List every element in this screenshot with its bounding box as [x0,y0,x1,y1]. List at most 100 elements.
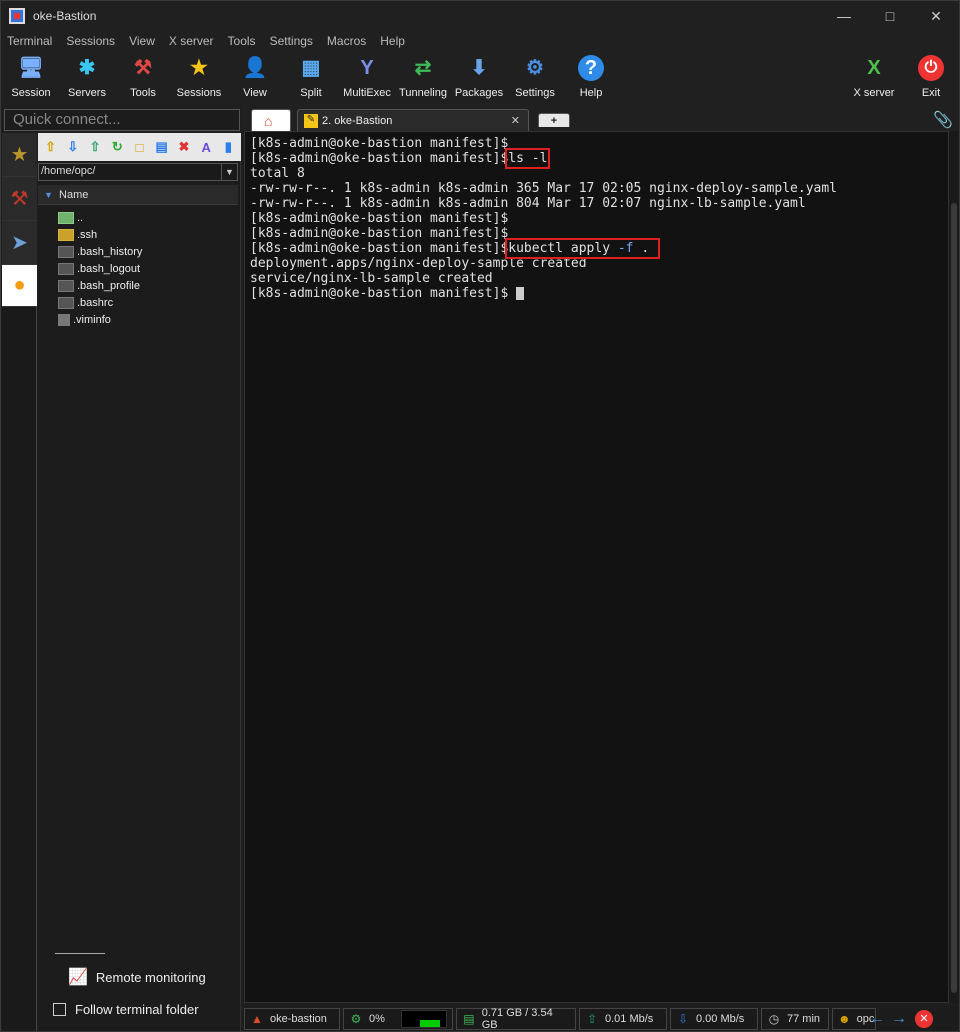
send-tab-icon[interactable]: ➤ [2,221,37,265]
view-button[interactable]: 👤 View [227,51,283,105]
follow-terminal-folder-checkbox[interactable]: Follow terminal folder [53,999,238,1019]
menu-settings[interactable]: Settings [270,34,313,48]
minimize-button[interactable]: — [821,1,867,31]
list-item[interactable]: .. [58,209,238,226]
terminal-line: -rw-rw-r--. 1 k8s-admin k8s-admin 804 Ma… [250,196,806,211]
app-window: oke-Bastion — □ ✕ Terminal Sessions View… [0,0,960,1032]
close-button[interactable]: ✕ [913,1,959,31]
highlight-ls: ls -l [505,148,551,169]
power-icon: ⏻ [918,55,944,81]
settings-button[interactable]: ⚙ Settings [507,51,563,105]
tools-icon: ⚒ [134,57,152,79]
home-tab[interactable]: ⌂ [251,109,291,131]
list-item[interactable]: .bash_logout [58,260,238,277]
close-session-icon[interactable]: ✕ [915,1010,933,1028]
document-icon [58,313,70,326]
status-download: ⇩ 0.00 Mb/s [670,1008,758,1030]
file-icon [58,262,74,275]
list-item[interactable]: .ssh [58,226,238,243]
packages-button[interactable]: ⬇ Packages [451,51,507,105]
tools-tab-icon[interactable]: ⚒ [2,177,37,221]
rename-icon[interactable]: A [197,137,216,157]
list-item[interactable]: .viminfo [58,311,238,328]
sftp-tab-icon[interactable]: ● [2,265,37,307]
status-host: ▲ oke-bastion [244,1008,340,1030]
package-icon: ⬇ [470,57,488,79]
terminal-line: [k8s-admin@oke-bastion manifest]$kubectl… [250,238,943,259]
tab-oke-bastion[interactable]: ✎ 2. oke-Bastion ✕ [297,109,529,131]
new-tab-button[interactable]: + [538,113,570,127]
menu-view[interactable]: View [129,34,155,48]
fork-icon: Y [360,57,374,79]
menu-terminal[interactable]: Terminal [7,34,52,48]
properties-icon[interactable]: ▮ [219,137,238,157]
list-item[interactable]: .bash_history [58,243,238,260]
status-bar: ▲ oke-bastion ⚙ 0% ▤ 0.71 GB / 3.54 GB ⇧ 0.0… [244,1006,959,1031]
arrow-right-icon[interactable]: → [891,1010,907,1028]
delete-icon[interactable]: ✖ [174,137,193,157]
terminal-line: total 8 [250,166,305,181]
arrow-left-icon[interactable]: ← [869,1010,885,1028]
terminal-line: [k8s-admin@oke-bastion manifest]$ [250,211,509,226]
status-memory: ▤ 0.71 GB / 3.54 GB [456,1007,576,1031]
file-icon [58,296,74,309]
menu-tools[interactable]: Tools [228,34,256,48]
session-button[interactable]: 🖥 Session [3,51,59,105]
view-icon: 👤 [242,57,268,79]
tools-button[interactable]: ⚒ Tools [115,51,171,105]
sessions-button[interactable]: ★ Sessions [171,51,227,105]
new-file-icon[interactable]: ▤ [152,137,171,157]
terminal-scrollbar[interactable] [949,131,959,1003]
refresh-icon[interactable]: ↻ [108,137,127,157]
terminal-line: service/nginx-lb-sample created [250,271,493,286]
split-button[interactable]: ▦ Split [283,51,339,105]
help-button[interactable]: ? Help [563,51,619,105]
x-server-icon: X [867,57,881,79]
monitoring-icon: 📈 [68,969,88,986]
path-field[interactable]: /home/opc/ ▼ [38,163,238,181]
tab-close-icon[interactable]: ✕ [511,114,520,127]
upload-icon[interactable]: ⇧ [85,137,104,157]
download-arrow-icon: ⇩ [677,1012,689,1026]
folder-up-icon[interactable]: ⇧ [41,137,60,157]
help-icon: ? [578,55,604,81]
new-folder-icon[interactable]: □ [130,137,149,157]
status-cpu: ⚙ 0% [343,1008,453,1030]
checkbox[interactable] [53,1002,66,1016]
file-list: .. .ssh .bash_history .bash_logout .bash… [58,209,238,328]
terminal-output[interactable]: [k8s-admin@oke-bastion manifest]$ [k8s-ad… [244,131,949,1003]
multiexec-button[interactable]: Y MultiExec [339,51,395,105]
terminal-line: deployment.apps/nginx-deploy-sample crea… [250,256,587,271]
tunneling-button[interactable]: ⇄ Tunneling [395,51,451,105]
status-uptime: ◷ 77 min [761,1008,829,1030]
quick-connect-input[interactable]: Quick connect... [4,109,240,131]
list-item[interactable]: .bash_profile [58,277,238,294]
menu-x-server[interactable]: X server [169,34,214,48]
remote-monitoring-button[interactable]: 📈 Remote monitoring [68,965,238,989]
user-icon: ☻ [838,1012,851,1026]
side-tabs: ★ ⚒ ➤ ● [2,133,37,1031]
menu-help[interactable]: Help [380,34,405,48]
menu-sessions[interactable]: Sessions [66,34,115,48]
file-icon [58,279,74,292]
maximize-button[interactable]: □ [867,1,913,31]
chevron-down-icon[interactable]: ▼ [221,164,237,180]
exit-button[interactable]: ⏻ Exit [903,51,959,105]
download-icon[interactable]: ⇩ [63,137,82,157]
parent-folder-icon [58,211,74,224]
sort-icon: ▼ [44,190,53,200]
attachment-icon[interactable]: 📎 [933,110,953,130]
x-server-button[interactable]: X X server [846,51,902,105]
cpu-graph [401,1010,447,1028]
app-icon [9,8,25,24]
gear-icon: ⚙ [526,57,544,79]
favorites-tab-icon[interactable]: ★ [2,133,37,177]
upload-arrow-icon: ⇧ [586,1012,598,1026]
column-header-name[interactable]: ▼ Name [38,185,238,205]
menu-macros[interactable]: Macros [327,34,366,48]
list-item[interactable]: .bashrc [58,294,238,311]
folder-icon [58,228,74,241]
sftp-toolbar: ⇧ ⇩ ⇧ ↻ □ ▤ ✖ A ▮ [38,133,241,161]
scrollbar-thumb[interactable] [951,203,957,993]
servers-button[interactable]: ✱ Servers [59,51,115,105]
